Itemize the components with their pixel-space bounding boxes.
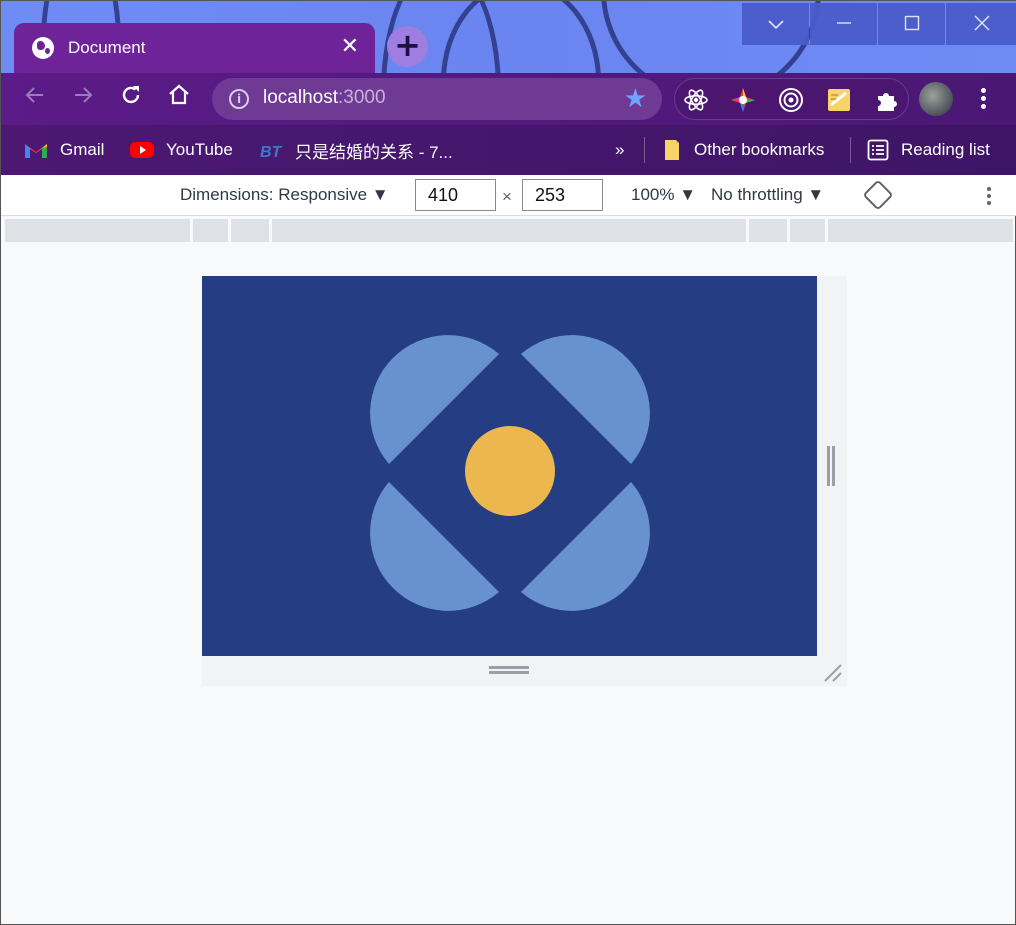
react-devtools-icon[interactable] xyxy=(683,87,709,113)
media-query-divider xyxy=(825,219,828,242)
youtube-icon xyxy=(130,142,154,158)
bookmark-label: YouTube xyxy=(166,140,233,159)
zoom-dropdown[interactable]: 100% ▼ xyxy=(631,185,696,205)
puzzle-icon[interactable] xyxy=(874,87,900,113)
url-text[interactable]: localhost:3000 xyxy=(263,87,386,109)
arrow-right-icon xyxy=(75,87,93,103)
wallpaper-wire xyxy=(441,1,601,73)
bookmark-label: Gmail xyxy=(60,140,105,159)
target-icon[interactable] xyxy=(778,87,804,113)
center-circle xyxy=(465,426,555,516)
svg-text:BT: BT xyxy=(260,144,283,160)
bookmarks-divider xyxy=(644,137,645,163)
emulated-viewport xyxy=(202,276,817,656)
reading-list[interactable]: Reading list xyxy=(867,137,990,163)
times-sign: × xyxy=(502,187,512,206)
maximize-icon xyxy=(904,15,919,31)
media-query-divider xyxy=(228,219,231,242)
tab-title: Document xyxy=(68,38,146,57)
bookmark-youtube[interactable]: YouTube xyxy=(130,137,233,163)
device-toolbar-menu-button[interactable] xyxy=(984,185,994,209)
close-icon xyxy=(974,15,989,31)
bookmark-star-icon[interactable]: ★ xyxy=(624,84,647,114)
dimensions-dropdown[interactable]: Dimensions: Responsive ▼ xyxy=(180,185,389,205)
other-bookmarks-label: Other bookmarks xyxy=(694,140,825,159)
reading-list-label: Reading list xyxy=(901,140,990,159)
home-button[interactable] xyxy=(163,83,195,115)
browser-menu-button[interactable] xyxy=(973,85,993,113)
bookmarks-bar: Gmail YouTube BT 只是结婚的关系 - 7... » Other … xyxy=(1,125,1016,175)
browser-toolbar: i localhost:3000 ★ xyxy=(1,73,1016,125)
gmail-icon xyxy=(25,144,47,158)
globe-icon xyxy=(32,37,54,59)
minimize-button[interactable] xyxy=(810,3,877,45)
info-icon[interactable]: i xyxy=(229,89,249,109)
new-tab-button[interactable]: + xyxy=(387,26,428,67)
chevron-down-icon xyxy=(767,20,784,30)
bookmarks-divider xyxy=(850,137,851,163)
address-bar[interactable]: i localhost:3000 ★ xyxy=(212,78,662,120)
forward-button[interactable] xyxy=(67,83,99,115)
folder-icon xyxy=(665,140,679,160)
resize-handle-bottom[interactable] xyxy=(489,666,529,676)
bookmarks-overflow-button[interactable]: » xyxy=(615,137,624,163)
other-bookmarks[interactable]: Other bookmarks xyxy=(662,137,824,163)
bookmark-gmail[interactable]: Gmail xyxy=(24,137,104,163)
media-query-divider xyxy=(269,219,272,242)
rotate-icon[interactable] xyxy=(862,179,894,211)
height-input[interactable]: 253 xyxy=(522,179,603,211)
notes-icon[interactable] xyxy=(826,87,852,113)
avatar[interactable] xyxy=(919,82,953,116)
throttling-dropdown[interactable]: No throttling ▼ xyxy=(711,185,824,205)
media-query-divider xyxy=(190,219,193,242)
logo-illustration xyxy=(370,335,650,611)
home-icon xyxy=(169,84,189,105)
bookmark-bt[interactable]: BT 只是结婚的关系 - 7... xyxy=(259,137,453,163)
reload-icon xyxy=(122,86,140,104)
window-titlebar: Document ✕ + xyxy=(1,1,1016,73)
arrow-left-icon xyxy=(25,87,43,103)
resize-handle-right[interactable] xyxy=(827,446,837,486)
media-query-divider xyxy=(746,219,749,242)
reload-button[interactable] xyxy=(115,83,147,115)
device-toolbar: Dimensions: Responsive ▼ 410 × 253 100% … xyxy=(1,175,1016,216)
back-button[interactable] xyxy=(19,83,51,115)
reading-list-icon xyxy=(867,139,889,161)
media-query-divider xyxy=(787,219,790,242)
minimize-icon xyxy=(836,22,851,24)
media-query-bar[interactable] xyxy=(5,219,1013,242)
resize-handle-corner[interactable] xyxy=(821,661,843,683)
tab-search-button[interactable] xyxy=(742,3,809,45)
extensions-area xyxy=(674,78,909,120)
bookmark-label: 只是结婚的关系 - 7... xyxy=(295,142,453,162)
maximize-button[interactable] xyxy=(878,3,945,45)
tab-close-icon[interactable]: ✕ xyxy=(341,34,359,60)
bt-icon: BT xyxy=(260,144,283,160)
close-window-button[interactable] xyxy=(946,3,1016,45)
color-picker-icon[interactable] xyxy=(730,87,756,113)
width-input[interactable]: 410 xyxy=(415,179,496,211)
browser-tab[interactable]: Document ✕ xyxy=(14,23,375,73)
